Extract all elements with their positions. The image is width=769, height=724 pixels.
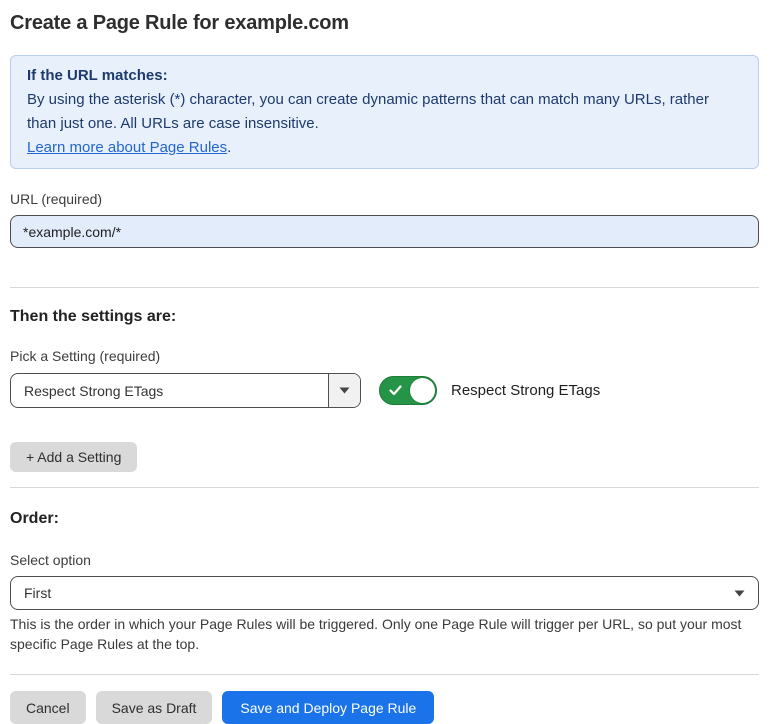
save-and-deploy-button[interactable]: Save and Deploy Page Rule xyxy=(222,691,434,724)
chevron-down-icon xyxy=(339,387,350,394)
info-box-heading: If the URL matches: xyxy=(27,64,742,88)
info-box-link-line: Learn more about Page Rules. xyxy=(27,136,742,160)
url-input[interactable] xyxy=(10,215,759,248)
section-divider xyxy=(10,487,759,488)
footer-divider xyxy=(10,674,759,675)
url-match-info-box: If the URL matches: By using the asteris… xyxy=(10,55,759,169)
check-icon xyxy=(389,385,402,396)
order-help-text: This is the order in which your Page Rul… xyxy=(10,615,759,654)
link-period: . xyxy=(227,139,231,156)
save-as-draft-button[interactable]: Save as Draft xyxy=(96,691,213,724)
footer-actions: Cancel Save as Draft Save and Deploy Pag… xyxy=(10,691,759,724)
info-box-body: By using the asterisk (*) character, you… xyxy=(27,88,742,136)
toggle-label: Respect Strong ETags xyxy=(451,382,600,399)
create-page-rule-panel: Create a Page Rule for example.com If th… xyxy=(0,0,769,724)
url-label: URL (required) xyxy=(10,191,759,207)
learn-more-link[interactable]: Learn more about Page Rules xyxy=(27,139,227,156)
setting-select[interactable]: Respect Strong ETags xyxy=(10,373,361,408)
setting-select-value: Respect Strong ETags xyxy=(11,383,328,399)
setting-select-arrow-button[interactable] xyxy=(328,374,360,407)
select-option-label: Select option xyxy=(10,552,759,568)
order-select-value: First xyxy=(11,585,734,601)
section-divider xyxy=(10,287,759,288)
chevron-down-icon xyxy=(734,590,745,597)
pick-setting-label: Pick a Setting (required) xyxy=(10,348,759,364)
toggle-knob[interactable] xyxy=(410,378,435,403)
setting-row: Respect Strong ETags Respect Strong ETag… xyxy=(10,373,759,408)
order-heading: Order: xyxy=(10,510,759,528)
cancel-button[interactable]: Cancel xyxy=(10,691,86,724)
add-setting-button[interactable]: + Add a Setting xyxy=(10,442,137,472)
respect-strong-etags-toggle[interactable] xyxy=(379,376,437,405)
settings-heading: Then the settings are: xyxy=(10,308,759,326)
page-title: Create a Page Rule for example.com xyxy=(10,12,759,35)
order-select[interactable]: First xyxy=(10,576,759,610)
